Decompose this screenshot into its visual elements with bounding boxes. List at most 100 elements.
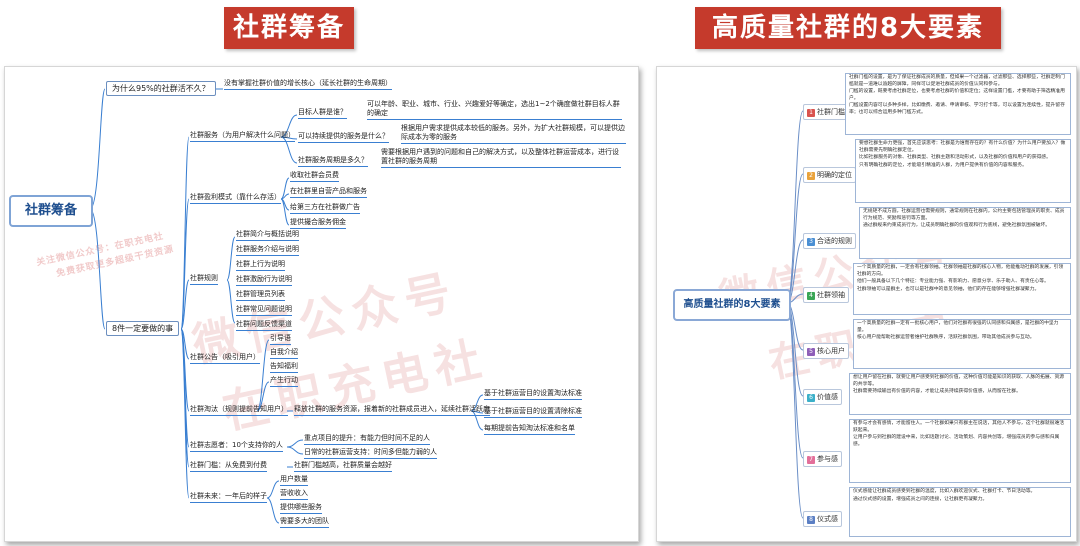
- branch-8-things: 8件一定要做的事: [106, 321, 180, 336]
- element-text: 一个高质量的社群一定有一批核心用户，他们对社群有很强的认同感和归属感，是社群的中…: [857, 321, 1059, 333]
- element-text-block: 无规矩不成方圆，社群运营也需要规则，通常规则在社群内，公约主要包括管理员的职责、…: [863, 209, 1067, 231]
- element-text-block: 有参与才会有感情，才能留住人。一个社群如果只有群主在说话，其他人不参与，这个社群…: [853, 421, 1067, 449]
- element-label: 社群门槛: [817, 108, 845, 116]
- rule-item: 社群问题反馈渠道: [236, 320, 292, 331]
- element-node-5: 5 核心用户: [803, 343, 849, 359]
- profit-item: 给第三方在社群做广告: [290, 203, 360, 214]
- element-text: 只有明确社群的定位，才能吸引精准的人群，为用户提供有价值的内容和服务。: [859, 162, 1027, 168]
- element-text: 通过群规来约束成员行为，让成员明确社群的价值观和行为底线，避免社群氛围被破坏。: [863, 223, 1051, 229]
- profit-item: 在社群里自营产品和服务: [290, 187, 367, 198]
- group-rules: 社群规则: [190, 274, 218, 285]
- left-title-badge: 社群筹备: [224, 7, 354, 49]
- element-text-block: 一个高质量的社群，一定会有社群领袖。社群领袖是社群的核心人物，他能推动社群的发展…: [857, 265, 1067, 294]
- element-text: 通过仪式感的设置，增强成员之间的连接，让社群更有凝聚力。: [853, 496, 988, 502]
- element-text: 门槛设置内容可以多种多样，比如缴费、邀请、申请审核、学习打卡等，可以设置为连续性…: [849, 103, 1065, 115]
- rule-item: 社群常见问题说明: [236, 305, 292, 316]
- right-title-badge: 高质量社群的8大要素: [695, 7, 1001, 49]
- right-mindmap-panel: 微信公众号 在职充电 高质量社群的8大要素 1社群门槛 社群门槛的设置，是为了保…: [656, 66, 1077, 542]
- group-profit-model: 社群盈利模式（靠什么存活）: [190, 193, 281, 204]
- group-announcement: 社群公告（吸引用户）: [190, 353, 260, 364]
- element-text-block: 想让用户留在社群，就要让用户感受到社群的价值，这种价值可能是知识的获取、人脉的拓…: [853, 375, 1067, 397]
- group-service: 社群服务（为用户解决什么问题）: [190, 131, 295, 142]
- volunteer-item: 重点项目的提升：有能力但时间不足的人: [304, 434, 430, 445]
- element-text: 有参与才会有感情，才能留住人。一个社群如果只有群主在说话，其他人不参与，这个社群…: [853, 421, 1065, 433]
- element-number: 6: [807, 394, 815, 402]
- element-text: 仪式感能让社群成员感受到社群的温度，比如入群欢迎仪式、社群打卡、节日活动等。: [853, 489, 1036, 494]
- rule-item: 社群激励行为说明: [236, 275, 292, 286]
- element-node-8: 8 仪式感: [803, 511, 842, 527]
- profit-item: 提供撮合服务佣金: [290, 218, 346, 229]
- group-elimination: 社群淘汰（规则提前告知用户）: [190, 405, 288, 416]
- element-text: 想让用户留在社群，就要让用户感受到社群的价值，这种价值可能是知识的获取、人脉的拓…: [853, 375, 1065, 387]
- element-label: 合适的规则: [817, 237, 852, 245]
- future-item: 提供哪些服务: [280, 503, 322, 514]
- left-mindmap-panel: 微信公众号 在职充电社 关注微信公众号：在职充电社 免费获取更多超级干货资源 社…: [4, 66, 639, 542]
- rule-item: 社群服务介绍与说明: [236, 245, 299, 256]
- element-text: 一个高质量的社群，一定会有社群领袖。社群领袖是社群的核心人物，他能推动社群的发展…: [857, 265, 1064, 277]
- element-label: 明确的定位: [817, 171, 852, 179]
- element-label: 价值感: [817, 393, 838, 401]
- branch-why-95-child: 没有掌握社群价值的增长核心（延长社群的生命周期）: [224, 79, 392, 90]
- element-node-3: 3 合适的规则: [803, 233, 856, 249]
- element-label: 参与感: [817, 455, 838, 463]
- branch-why-95: 为什么95%的社群活不久？: [106, 81, 216, 96]
- element-text: 社群需要持续输出有价值的内容，才能让成员持续获得价值感，从而留在社群。: [853, 389, 1021, 395]
- threshold-desc: 社群门槛越高，社群质量会越好: [294, 461, 392, 472]
- element-text: 社群门槛的设置，是为了保证社群成员的质量，但如果一个过滤器，过滤那些、选择那些，…: [849, 75, 1065, 87]
- mindmap-root: 高质量社群的8大要素: [673, 289, 791, 321]
- element-text: 要想社群生命力更强，首先应该思考：社群是为谁而存在的？有什么价值？为什么用户要加…: [859, 141, 1066, 153]
- service-desc: 根据用户需求提供成本较低的服务。另外，为扩大社群规模，可以提供边际成本为零的服务: [401, 124, 626, 144]
- announcement-item: 产生行动: [270, 376, 298, 387]
- service-item: 目标人群是谁？: [298, 108, 347, 119]
- element-text: 他们一般具备以下几个特征：专业能力强、有影响力、愿意分享、乐于助人、有责任心等。: [857, 279, 1049, 285]
- service-item: 社群服务周期是多久？: [298, 156, 368, 167]
- element-node-6: 6 价值感: [803, 389, 842, 405]
- volunteer-item: 日常的社群运营支持：时间多但能力弱的人: [304, 448, 437, 459]
- group-future: 社群未来：一年后的样子: [190, 492, 267, 503]
- group-threshold: 社群门槛：从免费到付费: [190, 461, 267, 472]
- element-number: 5: [807, 348, 815, 356]
- element-label: 仪式感: [817, 515, 838, 523]
- elimination-item: 每期提前告知淘汰标准和名单: [484, 424, 575, 435]
- element-text-block: 仪式感能让社群成员感受到社群的温度，比如入群欢迎仪式、社群打卡、节日活动等。 通…: [853, 489, 1067, 504]
- element-text: 让用户参与到社群的建设中来，比如话题讨论、活动策划、内容共创等，增强成员的参与感…: [853, 435, 1060, 447]
- elimination-item: 基于社群运营目的设置清除标准: [484, 407, 582, 418]
- element-number: 8: [807, 516, 815, 524]
- element-number: 1: [807, 109, 815, 117]
- rule-item: 社群上行为说明: [236, 260, 285, 271]
- element-label: 社群领袖: [817, 291, 845, 299]
- group-volunteers: 社群志愿者：10个支持你的人: [190, 441, 283, 452]
- element-text: 比如社群服务的对象、社群类型、社群主题和活动形式，以及社群的价值和用户的获得感。: [859, 155, 1051, 161]
- element-node-2: 2 明确的定位: [803, 167, 856, 183]
- service-item: 可以持续提供的服务是什么？: [298, 132, 389, 143]
- element-text: 社群领袖可以是群主，也可以是社群中的意见领袖，他们的存在能够增强社群凝聚力。: [857, 286, 1040, 292]
- element-node-7: 7 参与感: [803, 451, 842, 467]
- element-text: 门槛的设置，既要考虑社群定位，也要考虑社群的价值和定位；这样设置门槛，才要有助于…: [849, 89, 1065, 101]
- service-desc: 可以年龄、职业、城市、行业、兴趣爱好等确定，选出1~2个确度做社群目标人群的确定: [367, 100, 622, 120]
- element-node-1: 1 社群门槛: [803, 104, 849, 120]
- element-number: 2: [807, 172, 815, 180]
- element-node-4: 4 社群领袖: [803, 287, 849, 303]
- element-text: 无规矩不成方圆，社群运营也需要规则，通常规则在社群内，公约主要包括管理员的职责、…: [863, 209, 1065, 221]
- element-label: 核心用户: [817, 347, 845, 355]
- element-text-block: 社群门槛的设置，是为了保证社群成员的质量，但如果一个过滤器，过滤那些、选择那些，…: [849, 75, 1067, 118]
- future-item: 需要多大的团队: [280, 517, 329, 528]
- element-text: 核心用户能帮助社群运营者维护社群秩序，活跃社群氛围，带动其他成员参与互动。: [857, 335, 1035, 341]
- elimination-desc: 释放社群的服务资源，报着新的社群成员进入，延续社群活跃度: [294, 405, 490, 416]
- element-number: 3: [807, 238, 815, 246]
- profit-item: 收取社群会员费: [290, 171, 339, 182]
- rule-item: 社群简介与概括说明: [236, 230, 299, 241]
- service-desc: 需要根据用户遇到的问题和自己的解决方式，以及整体社群运营成本，进行设置社群的服务…: [381, 148, 621, 168]
- rule-item: 社群管理员列表: [236, 290, 285, 301]
- future-item: 营收收入: [280, 489, 308, 500]
- mindmap-root: 社群筹备: [9, 195, 93, 227]
- element-text-block: 要想社群生命力更强，首先应该思考：社群是为谁而存在的？有什么价值？为什么用户要加…: [859, 141, 1067, 170]
- announcement-item: 告知福利: [270, 362, 298, 373]
- future-item: 用户数量: [280, 475, 308, 486]
- elimination-item: 基于社群运营目的设置淘汰标准: [484, 389, 582, 400]
- element-number: 7: [807, 456, 815, 464]
- announcement-item: 引导语: [270, 334, 291, 345]
- announcement-item: 自我介绍: [270, 348, 298, 359]
- element-text-block: 一个高质量的社群一定有一批核心用户，他们对社群有很强的认同感和归属感，是社群的中…: [857, 321, 1067, 343]
- element-number: 4: [807, 292, 815, 300]
